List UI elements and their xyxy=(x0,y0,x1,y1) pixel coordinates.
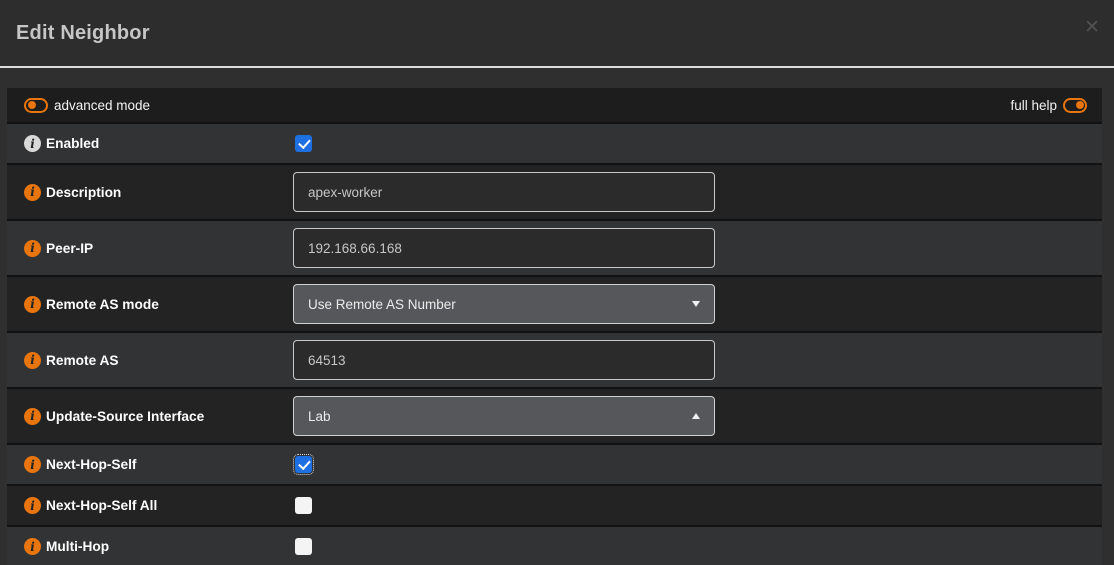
label-cell: i Description xyxy=(7,184,293,201)
help-toolbar: advanced mode full help xyxy=(7,88,1102,124)
form-row-enabled: i Enabled xyxy=(7,124,1102,165)
control-cell: Lab xyxy=(293,396,1102,436)
chevron-down-icon xyxy=(692,301,700,307)
advanced-mode-control: advanced mode xyxy=(24,98,150,113)
label-cell: i Enabled xyxy=(7,135,293,152)
advanced-mode-toggle-icon[interactable] xyxy=(24,98,48,113)
field-label: Update-Source Interface xyxy=(46,409,204,424)
form-row-remote-as: i Remote AS xyxy=(7,333,1102,389)
label-cell: i Remote AS xyxy=(7,352,293,369)
field-label: Remote AS mode xyxy=(46,297,159,312)
form-row-next-hop-self-all: i Next-Hop-Self All xyxy=(7,486,1102,527)
field-label: Peer-IP xyxy=(46,241,93,256)
info-icon[interactable]: i xyxy=(24,135,41,152)
multi-hop-checkbox[interactable] xyxy=(295,538,312,555)
selected-option-label: Lab xyxy=(308,409,331,424)
remote-as-input[interactable] xyxy=(293,340,715,380)
info-icon[interactable]: i xyxy=(24,408,41,425)
field-label: Next-Hop-Self xyxy=(46,457,137,472)
info-icon[interactable]: i xyxy=(24,456,41,473)
next-hop-self-checkbox[interactable] xyxy=(295,456,312,473)
form-row-peer-ip: i Peer-IP xyxy=(7,221,1102,277)
label-cell: i Next-Hop-Self xyxy=(7,456,293,473)
form-row-description: i Description xyxy=(7,165,1102,221)
label-cell: i Remote AS mode xyxy=(7,296,293,313)
advanced-mode-label: advanced mode xyxy=(54,98,150,113)
full-help-label: full help xyxy=(1010,98,1057,113)
enabled-checkbox[interactable] xyxy=(295,135,312,152)
info-icon[interactable]: i xyxy=(24,352,41,369)
field-label: Enabled xyxy=(46,136,99,151)
full-help-toggle-icon[interactable] xyxy=(1063,98,1087,113)
description-input[interactable] xyxy=(293,172,715,212)
control-cell: Use Remote AS Number xyxy=(293,284,1102,324)
control-cell xyxy=(293,456,1102,473)
remote-as-mode-select[interactable]: Use Remote AS Number xyxy=(293,284,715,324)
field-label: Next-Hop-Self All xyxy=(46,498,157,513)
full-help-control: full help xyxy=(1010,98,1087,113)
selected-option-label: Use Remote AS Number xyxy=(308,297,456,312)
info-icon[interactable]: i xyxy=(24,538,41,555)
next-hop-self-all-checkbox[interactable] xyxy=(295,497,312,514)
toggle-knob xyxy=(1076,101,1084,109)
info-icon[interactable]: i xyxy=(24,296,41,313)
chevron-up-icon xyxy=(692,413,700,419)
label-cell: i Peer-IP xyxy=(7,240,293,257)
form-row-next-hop-self: i Next-Hop-Self xyxy=(7,445,1102,486)
field-label: Description xyxy=(46,185,121,200)
form-rows: i Enabled i Description i Peer-IP i Remote AS m… xyxy=(7,124,1102,565)
modal-header: Edit Neighbor ✕ xyxy=(0,0,1114,68)
control-cell xyxy=(293,340,1102,380)
info-icon[interactable]: i xyxy=(24,497,41,514)
label-cell: i Next-Hop-Self All xyxy=(7,497,293,514)
modal-title: Edit Neighbor xyxy=(16,22,150,45)
label-cell: i Update-Source Interface xyxy=(7,408,293,425)
update-source-interface-select[interactable]: Lab xyxy=(293,396,715,436)
form-row-remote-as-mode: i Remote AS mode Use Remote AS Number xyxy=(7,277,1102,333)
toggle-knob xyxy=(28,101,36,109)
control-cell xyxy=(293,135,1102,152)
control-cell xyxy=(293,172,1102,212)
control-cell xyxy=(293,497,1102,514)
field-label: Remote AS xyxy=(46,353,119,368)
info-icon[interactable]: i xyxy=(24,184,41,201)
form-row-update-source-interface: i Update-Source Interface Lab xyxy=(7,389,1102,445)
info-icon[interactable]: i xyxy=(24,240,41,257)
label-cell: i Multi-Hop xyxy=(7,538,293,555)
field-label: Multi-Hop xyxy=(46,539,109,554)
peer-ip-input[interactable] xyxy=(293,228,715,268)
edit-neighbor-modal: { "modal": { "title": "Edit Neighbor", "… xyxy=(0,0,1114,565)
form-row-multi-hop: i Multi-Hop xyxy=(7,527,1102,565)
control-cell xyxy=(293,228,1102,268)
control-cell xyxy=(293,538,1102,555)
close-icon[interactable]: ✕ xyxy=(1084,18,1100,37)
modal-body: advanced mode full help i Enabled i Descrip… xyxy=(0,68,1114,565)
